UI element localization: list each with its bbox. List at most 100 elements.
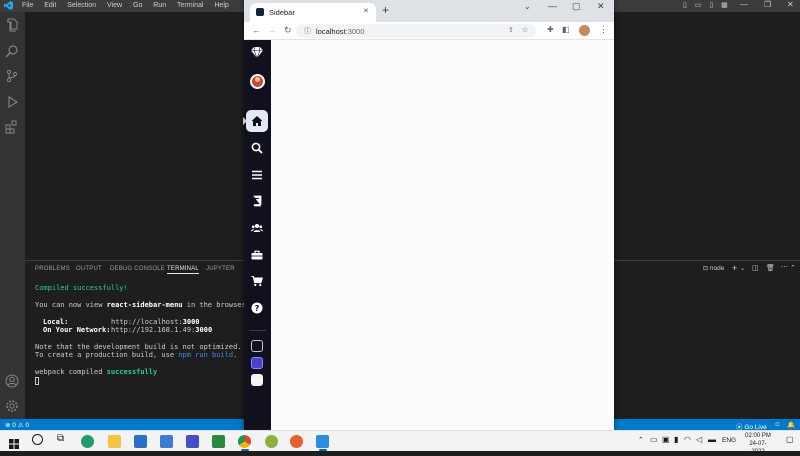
maximize-icon[interactable]: ▢: [572, 1, 581, 12]
notifications-icon[interactable]: 🔔: [787, 421, 795, 429]
tab-title: Sidebar: [269, 8, 295, 17]
clock[interactable]: 02:00 PM 24-07-2022: [743, 432, 773, 456]
wifi-icon[interactable]: ◠: [684, 435, 691, 444]
store-icon[interactable]: [134, 435, 147, 448]
terminal-shell-label: node: [709, 265, 725, 272]
menu-selection[interactable]: Selection: [67, 2, 96, 9]
tab-output[interactable]: OUTPUT: [76, 266, 102, 272]
source-control-icon[interactable]: [5, 69, 19, 83]
menu-run[interactable]: Run: [153, 2, 166, 9]
compiled-message: Compiled successfully!: [35, 284, 128, 292]
sidebar-item-users[interactable]: [246, 217, 268, 239]
vscode-taskbar-icon[interactable]: [316, 435, 329, 448]
warning-icon: ⚠: [17, 422, 24, 429]
network-icon[interactable]: ▣: [662, 435, 670, 444]
trash-icon[interactable]: 🗑: [766, 264, 775, 272]
share-icon[interactable]: ⇪: [508, 26, 514, 34]
microphone-icon[interactable]: ▮: [674, 435, 678, 444]
theme-swatch-light[interactable]: [251, 374, 263, 386]
sidebar-toggle-handle[interactable]: [243, 117, 247, 125]
profile-avatar[interactable]: [579, 25, 590, 36]
sidebar-item-toolbox[interactable]: [246, 244, 268, 266]
run-debug-icon[interactable]: [5, 95, 19, 109]
volume-icon[interactable]: ◁: [696, 435, 702, 444]
menu-bar: File Edit Selection View Go Run Terminal…: [22, 2, 238, 9]
tab-debug-console[interactable]: DEBUG CONSOLE: [110, 266, 165, 272]
maximize-panel-icon[interactable]: ⌃: [790, 264, 796, 272]
page-viewport: ?: [244, 40, 614, 430]
sidebar-item-menu[interactable]: [246, 164, 268, 186]
info-icon: ⓘ: [304, 28, 311, 35]
sidebar-item-help[interactable]: ?: [246, 297, 268, 319]
avatar[interactable]: [250, 74, 265, 89]
close-icon[interactable]: ✕: [787, 0, 794, 9]
menu-edit[interactable]: Edit: [44, 2, 56, 9]
help-icon: ?: [251, 302, 263, 314]
explorer-icon[interactable]: [5, 18, 19, 32]
more-actions-icon[interactable]: ⋯: [781, 263, 788, 271]
windows-start-icon[interactable]: [9, 436, 19, 454]
notification-center-icon[interactable]: ▢: [786, 435, 794, 444]
back-arrow-icon[interactable]: ←: [252, 25, 261, 35]
chevron-up-icon[interactable]: ⌃: [638, 436, 644, 444]
forward-arrow-icon[interactable]: →: [267, 25, 276, 35]
theme-swatch-dark[interactable]: [251, 340, 263, 352]
menu-file[interactable]: File: [22, 2, 33, 9]
extensions-puzzle-icon[interactable]: ✚: [547, 25, 554, 34]
problems-status[interactable]: ⊗ 0 ⚠ 0: [5, 421, 29, 429]
reload-icon[interactable]: ↻: [284, 25, 292, 36]
local-url-line: Local: http://localhost:3000: [43, 318, 200, 326]
visual-studio-icon[interactable]: [186, 435, 199, 448]
minimize-icon[interactable]: —: [548, 1, 557, 11]
new-tab-icon[interactable]: +: [382, 3, 389, 17]
split-terminal-icon[interactable]: ◫: [752, 264, 759, 272]
cortana-icon[interactable]: [32, 434, 43, 445]
extensions-icon[interactable]: [5, 120, 19, 134]
feedback-icon[interactable]: ☺: [774, 421, 781, 428]
mail-icon[interactable]: [160, 435, 173, 448]
edge-icon[interactable]: [81, 435, 94, 448]
tab-search-icon[interactable]: ⌄: [524, 2, 531, 11]
address-bar[interactable]: ⓘ localhost:3000 ⇪ ☆: [296, 24, 536, 38]
close-window-icon[interactable]: ✕: [597, 1, 605, 12]
sidebar-item-cart[interactable]: [246, 270, 268, 292]
account-icon[interactable]: [5, 374, 19, 388]
sidebar-item-search[interactable]: [246, 137, 268, 159]
menu-view[interactable]: View: [107, 2, 122, 9]
chevron-down-icon[interactable]: ⌄: [740, 265, 745, 272]
search-icon[interactable]: [5, 44, 19, 58]
menu-go[interactable]: Go: [133, 2, 142, 9]
screen-icon[interactable]: ▭: [650, 435, 658, 444]
tab-jupyter[interactable]: JUPYTER: [206, 266, 235, 272]
restore-icon[interactable]: ❐: [764, 0, 771, 9]
terminal-shell-select[interactable]: ⊡ node: [703, 265, 724, 272]
terminal-cursor[interactable]: [35, 377, 39, 385]
tab-problems[interactable]: PROBLEMS: [35, 266, 70, 272]
tab-terminal[interactable]: TERMINAL: [167, 266, 199, 274]
sidebar-item-home[interactable]: [246, 110, 268, 132]
firefox-icon[interactable]: [290, 435, 303, 448]
minimize-icon[interactable]: —: [740, 0, 748, 9]
menu-icon: [252, 170, 262, 180]
task-view-icon[interactable]: ⧉: [57, 433, 64, 444]
settings-gear-icon[interactable]: [5, 399, 19, 413]
file-explorer-icon[interactable]: [108, 435, 121, 448]
language-indicator[interactable]: ENG: [722, 437, 736, 444]
side-panel-icon[interactable]: ◧: [562, 25, 570, 34]
paint-icon[interactable]: [265, 435, 278, 448]
sidebar-item-book[interactable]: [246, 190, 268, 212]
layout-icons[interactable]: ▯ ▭ ▯ ▦: [683, 1, 731, 9]
browser-tab[interactable]: Sidebar ✕: [250, 3, 376, 22]
excel-icon[interactable]: [212, 435, 225, 448]
close-tab-icon[interactable]: ✕: [363, 7, 369, 15]
bookmark-star-icon[interactable]: ☆: [522, 26, 528, 34]
menu-terminal[interactable]: Terminal: [177, 2, 203, 9]
chrome-icon[interactable]: [238, 435, 251, 448]
new-terminal-icon[interactable]: +: [732, 263, 737, 273]
menu-help[interactable]: Help: [214, 2, 228, 9]
clock-time: 02:00 PM: [745, 433, 771, 439]
theme-swatch-purple[interactable]: [251, 357, 263, 369]
kebab-menu-icon[interactable]: ⋮: [599, 24, 608, 35]
svg-text:?: ?: [255, 304, 260, 313]
battery-icon[interactable]: ▬: [708, 435, 716, 444]
